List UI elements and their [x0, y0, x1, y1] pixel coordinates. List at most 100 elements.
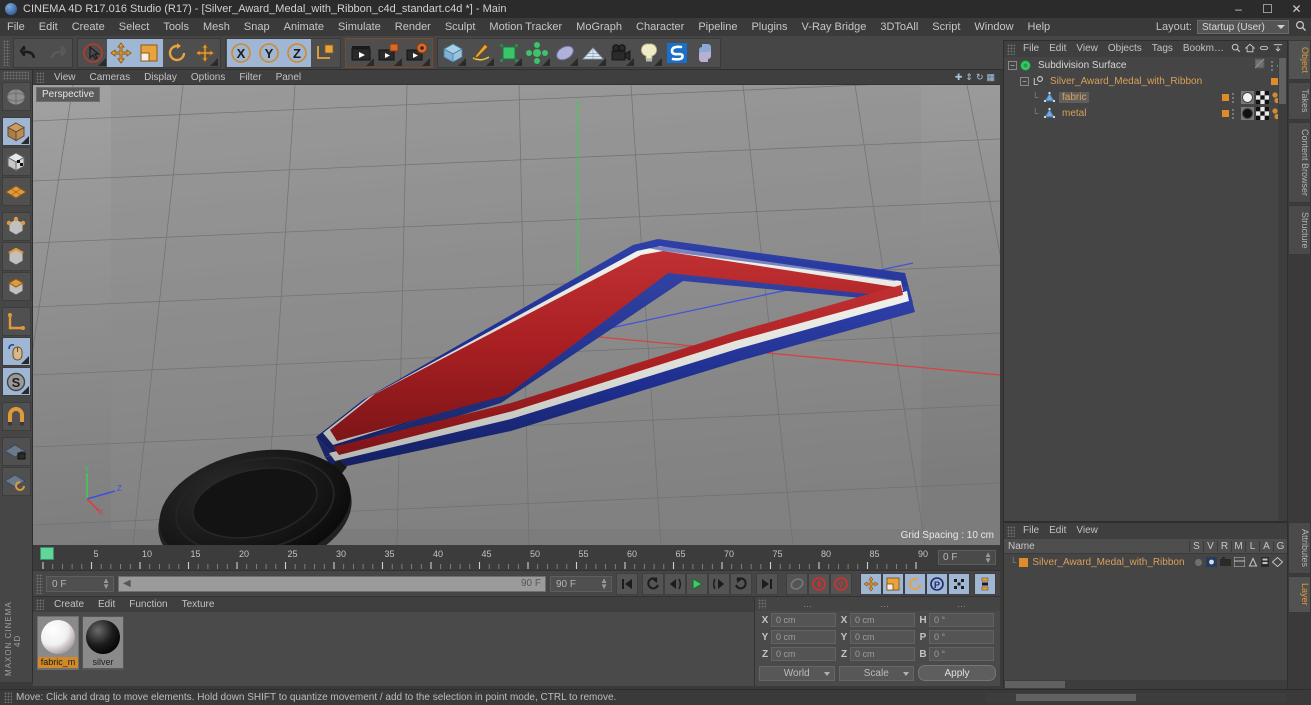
layer-menu-file[interactable]: File — [1018, 523, 1044, 539]
menu-item-pipeline[interactable]: Pipeline — [691, 18, 744, 36]
visibility-toggle-icon[interactable] — [1231, 107, 1235, 119]
collapse-icon[interactable] — [1273, 43, 1283, 56]
layout-view-icon[interactable]: ▦ — [986, 72, 995, 83]
position-y-field[interactable]: 0 cm — [771, 630, 836, 644]
layer-menu-view[interactable]: View — [1071, 523, 1103, 539]
go-to-start-button[interactable] — [616, 572, 638, 595]
rotate-view-icon[interactable]: ↻ — [976, 72, 984, 83]
scale-tool-button[interactable] — [135, 38, 163, 67]
size-y-field[interactable]: 0 cm — [850, 630, 915, 644]
layer-color-swatch[interactable] — [1019, 557, 1029, 567]
autokeying-button[interactable] — [808, 572, 830, 595]
apply-button[interactable]: Apply — [918, 665, 996, 681]
layer-row[interactable]: └ Silver_Award_Medal_with_Ribbon — [1004, 554, 1287, 570]
material-menu-create[interactable]: Create — [47, 597, 91, 612]
viewport-menu-filter[interactable]: Filter — [232, 70, 268, 85]
axis-mode-button[interactable] — [1, 307, 31, 336]
minus-icon[interactable] — [1259, 43, 1269, 56]
workplane-lock-button[interactable] — [1, 437, 31, 466]
menu-item-tools[interactable]: Tools — [156, 18, 196, 36]
layout-select[interactable]: Startup (User) — [1197, 20, 1289, 34]
search-icon[interactable] — [1295, 20, 1307, 35]
maximize-button[interactable]: ☐ — [1253, 0, 1282, 18]
material-item-silver[interactable]: silver — [82, 616, 124, 670]
texture-axis-mode-button[interactable] — [1, 82, 31, 111]
layer-manager-scrollbar-horizontal[interactable] — [1004, 680, 1287, 689]
viewport-menu-cameras[interactable]: Cameras — [83, 70, 138, 85]
transport-grip[interactable] — [36, 573, 43, 594]
layer-manager-grip[interactable] — [1007, 525, 1015, 537]
rotate-tool-button[interactable] — [163, 39, 191, 67]
material-menu-edit[interactable]: Edit — [91, 597, 122, 612]
go-to-next-key-button[interactable] — [730, 572, 752, 595]
object-row[interactable]: └ metal — [1004, 105, 1287, 121]
vertical-tab-takes[interactable]: Takes — [1288, 82, 1311, 120]
pan-view-icon[interactable]: ✚ — [955, 72, 963, 83]
menu-item-sculpt[interactable]: Sculpt — [438, 18, 483, 36]
object-menu-file[interactable]: File — [1018, 41, 1044, 57]
vertical-tab-structure[interactable]: Structure — [1288, 204, 1311, 256]
zoom-view-icon[interactable]: ⇕ — [965, 72, 973, 83]
frame-range-slider[interactable]: ◀ 90 F — [118, 575, 546, 592]
rotation-b-field[interactable]: 0 ° — [929, 647, 994, 661]
menu-item-help[interactable]: Help — [1021, 18, 1058, 36]
add-floor-button[interactable] — [579, 39, 607, 67]
move-axis-button[interactable] — [191, 39, 219, 67]
layer-color-swatch[interactable] — [1271, 77, 1278, 85]
viewport-3d[interactable]: Perspective Grid Spacing : 10 cm Y Z X — [33, 85, 1000, 545]
viewport-menu-grip[interactable] — [36, 71, 44, 83]
expand-toggle-icon[interactable]: − — [1020, 76, 1029, 86]
vertical-tab-layer[interactable]: Layer — [1288, 576, 1311, 613]
rotation-h-field[interactable]: 0 ° — [929, 613, 994, 627]
object-menu-edit[interactable]: Edit — [1044, 41, 1071, 57]
menu-item-file[interactable]: File — [0, 18, 32, 36]
viewport-menu-panel[interactable]: Panel — [269, 70, 309, 85]
menu-item-3dtoall[interactable]: 3DToAll — [873, 18, 925, 36]
play-button[interactable] — [686, 572, 708, 595]
vertical-tab-attributes[interactable]: Attributes — [1288, 522, 1311, 575]
rotation-key-button[interactable] — [904, 572, 926, 595]
menu-item-mesh[interactable]: Mesh — [196, 18, 237, 36]
z-axis-lock-button[interactable]: Z — [283, 38, 311, 67]
python-script-button[interactable] — [691, 39, 719, 67]
close-button[interactable]: ✕ — [1282, 0, 1311, 18]
menu-item-mograph[interactable]: MoGraph — [569, 18, 629, 36]
step-forward-button[interactable] — [708, 572, 730, 595]
menu-item-script[interactable]: Script — [925, 18, 967, 36]
toolbar-grip[interactable] — [3, 39, 10, 66]
minimize-button[interactable]: – — [1224, 0, 1253, 18]
viewport-solo-button[interactable]: S — [1, 367, 31, 396]
end-frame-field[interactable]: 90 F ▲ ▼ — [550, 575, 612, 592]
left-palette-grip[interactable] — [3, 71, 29, 80]
layer-column-A[interactable]: A — [1259, 540, 1273, 552]
menu-item-v-ray-bridge[interactable]: V-Ray Bridge — [795, 18, 874, 36]
x-axis-lock-button[interactable]: X — [227, 38, 255, 67]
home-icon[interactable] — [1244, 43, 1256, 56]
render-region-button[interactable] — [375, 39, 403, 67]
vertical-tab-object[interactable]: Object — [1288, 40, 1311, 81]
layer-color-swatch[interactable] — [1222, 93, 1229, 101]
layer-menu-edit[interactable]: Edit — [1044, 523, 1071, 539]
viewport-menu-display[interactable]: Display — [137, 70, 184, 85]
polygons-mode-button[interactable] — [1, 272, 31, 301]
layer-column-S[interactable]: S — [1189, 540, 1203, 552]
viewport-menu-view[interactable]: View — [47, 70, 83, 85]
add-light-button[interactable] — [635, 39, 663, 67]
go-to-previous-key-button[interactable] — [642, 572, 664, 595]
timeline-current-frame-field[interactable]: 0 F ▲ ▼ — [938, 550, 996, 565]
expand-toggle-icon[interactable]: − — [1008, 60, 1017, 70]
add-deformer-button[interactable] — [523, 39, 551, 67]
menu-item-simulate[interactable]: Simulate — [331, 18, 388, 36]
start-frame-field[interactable]: 0 F ▲ ▼ — [46, 575, 114, 592]
rotation-p-field[interactable]: 0 ° — [929, 630, 994, 644]
coordinate-system-select[interactable]: World — [759, 665, 835, 681]
object-row[interactable]: −Subdivision Surface✓ — [1004, 57, 1287, 73]
step-back-button[interactable] — [664, 572, 686, 595]
keyframe-selection-button[interactable]: ? — [830, 572, 852, 595]
layer-column-M[interactable]: M — [1231, 540, 1245, 552]
object-menu-objects[interactable]: Objects — [1103, 41, 1147, 57]
material-menu-texture[interactable]: Texture — [175, 597, 222, 612]
workplane-rotate-button[interactable] — [1, 467, 31, 496]
timeline-playhead[interactable] — [40, 547, 54, 560]
object-row[interactable]: └ fabric — [1004, 89, 1287, 105]
